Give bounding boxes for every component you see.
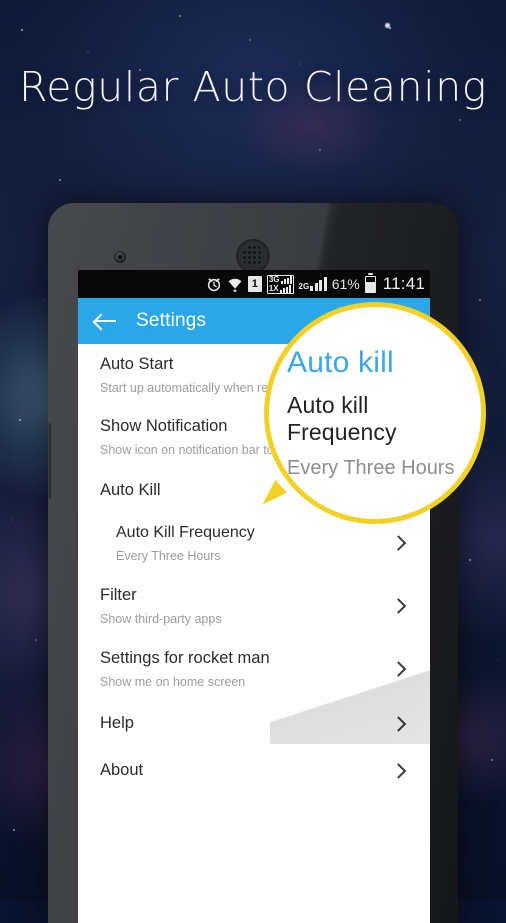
bright-star-icon: [384, 22, 391, 29]
alarm-icon: [206, 276, 222, 292]
battery-icon: [364, 272, 376, 293]
volume-rocker-button[interactable]: [48, 423, 51, 499]
net-3g-label: 3G: [268, 274, 280, 284]
list-item-title: Filter: [100, 585, 137, 604]
battery-percent-label: 61%: [331, 276, 360, 292]
list-item-subtitle: Every Three Hours: [116, 548, 221, 563]
magnifier-heading: Auto kill: [287, 346, 394, 379]
status-bar-clock: 11:41: [382, 274, 425, 293]
magnifier-callout: Auto kill Auto kill Frequency Every Thre…: [264, 302, 486, 524]
magnifier-subtitle: Every Three Hours: [287, 457, 455, 479]
status-bar: 1 3G 1X 2G 61% 11:41: [78, 270, 430, 298]
sim-1-icon: 1: [247, 276, 262, 292]
list-item-title: Settings for rocket man: [100, 648, 270, 667]
network-2g-icon: 2G: [299, 277, 327, 291]
wifi-icon: [227, 276, 243, 292]
list-item-settings-for-rocket-man[interactable]: Settings for rocket man Show me on home …: [78, 637, 430, 700]
list-item-about[interactable]: About: [78, 747, 430, 794]
list-item-help[interactable]: Help: [78, 700, 430, 747]
section-header-title: Auto Kill: [100, 480, 161, 499]
list-item-filter[interactable]: Filter Show third-party apps: [78, 574, 430, 637]
list-item-title: About: [100, 761, 144, 779]
list-item-subtitle: Show third-party apps: [100, 611, 222, 626]
speaker-grille: [242, 245, 264, 267]
network-3g-1x-icon: 3G 1X: [266, 274, 294, 294]
list-item-subtitle: Show me on home screen: [100, 674, 246, 689]
earpiece-speaker-icon: [236, 239, 270, 273]
net-2g-label: 2G: [298, 282, 310, 291]
front-camera-icon: [114, 251, 126, 263]
screen-title: Settings: [136, 310, 207, 331]
list-item-title: Auto Kill Frequency: [116, 523, 255, 541]
page-title: Regular Auto Cleaning: [18, 63, 488, 111]
magnifier-title: Auto kill Frequency: [287, 392, 397, 445]
net-1x-label: 1X: [268, 283, 279, 293]
list-item-title: Help: [100, 714, 134, 732]
back-arrow-icon[interactable]: [94, 312, 116, 330]
